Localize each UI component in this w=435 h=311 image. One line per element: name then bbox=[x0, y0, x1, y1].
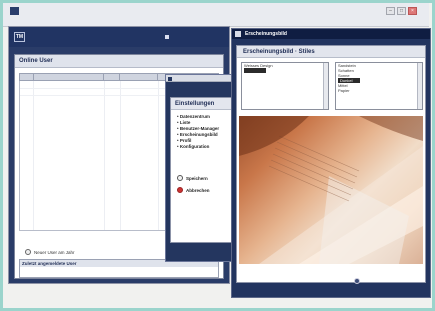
table-gridline bbox=[33, 81, 34, 230]
close-icon[interactable]: × bbox=[408, 7, 417, 15]
save-label: Speichern bbox=[186, 175, 208, 181]
new-user-label: Neuer User am Jahr bbox=[34, 249, 75, 255]
col-header[interactable] bbox=[104, 74, 120, 80]
table-gridline bbox=[158, 81, 159, 230]
cancel-icon bbox=[177, 187, 183, 193]
appearance-heading: Erscheinungsbild · Stiles bbox=[237, 46, 425, 58]
window-controls: – □ × bbox=[386, 7, 417, 15]
browser-toolbar: – □ × bbox=[3, 3, 429, 27]
col-header[interactable] bbox=[34, 74, 104, 80]
table-gridline bbox=[104, 81, 105, 230]
window-icon bbox=[235, 31, 241, 37]
browser-logo-icon bbox=[10, 7, 19, 15]
cancel-label: Abbrechen bbox=[186, 187, 210, 193]
add-user-icon bbox=[25, 249, 31, 255]
browser-menu[interactable] bbox=[12, 19, 152, 25]
maximize-icon[interactable]: □ bbox=[397, 7, 406, 15]
col-header[interactable] bbox=[20, 74, 34, 80]
minimize-icon[interactable]: – bbox=[386, 7, 395, 15]
appearance-window: Erscheinungsbild Erscheinungsbild · Stil… bbox=[231, 28, 431, 298]
appearance-window-title: Erscheinungsbild bbox=[245, 31, 287, 37]
theme-preview-image bbox=[239, 116, 423, 264]
style-listbox[interactable]: Sandstein Schatten Sonne Dunkel Mittel P… bbox=[335, 62, 423, 110]
scrollbar[interactable] bbox=[323, 63, 328, 109]
design-listbox[interactable]: Weisses Design bbox=[241, 62, 329, 110]
scrollbar[interactable] bbox=[417, 63, 422, 109]
table-gridline bbox=[120, 81, 121, 230]
apply-icon bbox=[354, 278, 360, 284]
col-header[interactable] bbox=[120, 74, 158, 80]
appearance-titlebar[interactable]: Erscheinungsbild bbox=[232, 29, 430, 39]
appearance-panel: Erscheinungsbild · Stiles Weisses Design… bbox=[236, 45, 426, 283]
user-icon bbox=[165, 34, 169, 39]
app-header: TM bbox=[9, 27, 229, 47]
apply-button[interactable] bbox=[354, 277, 363, 285]
app-logo: TM bbox=[14, 32, 25, 42]
list-item[interactable]: Papier bbox=[336, 88, 422, 93]
list-item[interactable] bbox=[244, 68, 266, 73]
browser-title bbox=[23, 7, 113, 14]
preview-artwork bbox=[239, 116, 423, 264]
panel-title: Online User bbox=[15, 55, 223, 68]
user-link[interactable] bbox=[165, 34, 227, 41]
design-listbox-label: Weisses Design bbox=[244, 63, 273, 68]
window-icon bbox=[168, 76, 172, 81]
new-user-button[interactable]: Neuer User am Jahr bbox=[25, 248, 125, 256]
save-icon bbox=[177, 175, 183, 181]
